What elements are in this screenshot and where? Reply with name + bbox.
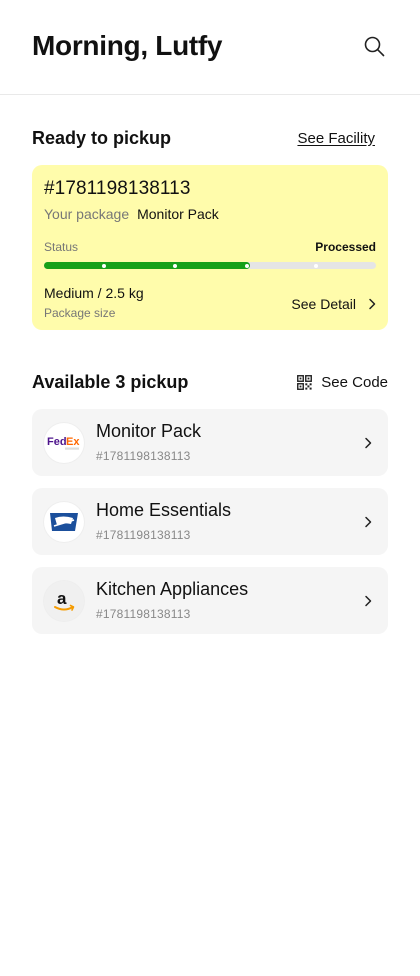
item-id: #1781198138113 xyxy=(96,448,191,463)
list-item[interactable]: Home Essentials #1781198138113 xyxy=(32,488,388,555)
list-item[interactable]: a Kitchen Appliances #1781198138113 xyxy=(32,567,388,634)
progress-step-dot xyxy=(101,263,106,268)
header: Morning, Lutfy xyxy=(0,0,420,95)
package-card[interactable]: #1781198138113 Your package Monitor Pack… xyxy=(32,165,388,330)
status-value: Processed xyxy=(315,240,376,254)
svg-text:Ex: Ex xyxy=(66,436,80,448)
item-name: Monitor Pack xyxy=(96,420,202,441)
item-name: Kitchen Appliances xyxy=(96,578,249,599)
fedex-logo-icon: Fed Ex xyxy=(44,422,84,463)
package-size-label: Package size xyxy=(44,306,116,320)
status-label: Status xyxy=(44,240,79,254)
ready-section-title: Ready to pickup xyxy=(32,127,172,148)
svg-text:Fed: Fed xyxy=(47,436,67,448)
status-progress-fill xyxy=(44,262,250,269)
package-name: Monitor Pack xyxy=(137,206,219,222)
see-code-button[interactable]: See Code xyxy=(297,374,388,391)
item-id: #1781198138113 xyxy=(96,606,191,621)
pickup-list: Fed Ex Monitor Pack #1781198138113 Home … xyxy=(0,409,420,634)
progress-step-dot xyxy=(244,263,249,268)
package-label: Your package xyxy=(44,206,130,222)
package-id: #1781198138113 xyxy=(44,178,191,199)
chevron-right-icon xyxy=(364,595,372,607)
chevron-right-icon xyxy=(368,298,376,310)
chevron-right-icon xyxy=(364,516,372,528)
item-name: Home Essentials xyxy=(96,499,232,520)
progress-step-dot xyxy=(173,263,178,268)
status-progress-bar xyxy=(44,262,376,269)
qr-code-icon xyxy=(297,374,313,390)
see-detail-button[interactable]: See Detail xyxy=(291,296,376,312)
usps-logo-icon xyxy=(44,501,84,542)
see-detail-label: See Detail xyxy=(291,296,356,312)
package-size-value: Medium / 2.5 kg xyxy=(44,285,144,301)
amazon-logo-icon: a xyxy=(44,580,84,621)
see-code-label: See Code xyxy=(321,373,388,391)
search-button[interactable] xyxy=(362,34,386,58)
available-section-title: Available 3 pickup xyxy=(32,371,189,392)
svg-text:a: a xyxy=(57,589,67,608)
list-item[interactable]: Fed Ex Monitor Pack #1781198138113 xyxy=(32,409,388,476)
item-id: #1781198138113 xyxy=(96,527,191,542)
progress-step-dot xyxy=(314,263,319,268)
see-facility-link[interactable]: See Facility xyxy=(297,130,375,147)
greeting-title: Morning, Lutfy xyxy=(32,30,223,61)
ready-section-header: Ready to pickup See Facility xyxy=(0,127,420,149)
chevron-right-icon xyxy=(364,437,372,449)
available-section-header: Available 3 pickup See Code xyxy=(0,371,420,393)
search-icon xyxy=(364,36,384,56)
